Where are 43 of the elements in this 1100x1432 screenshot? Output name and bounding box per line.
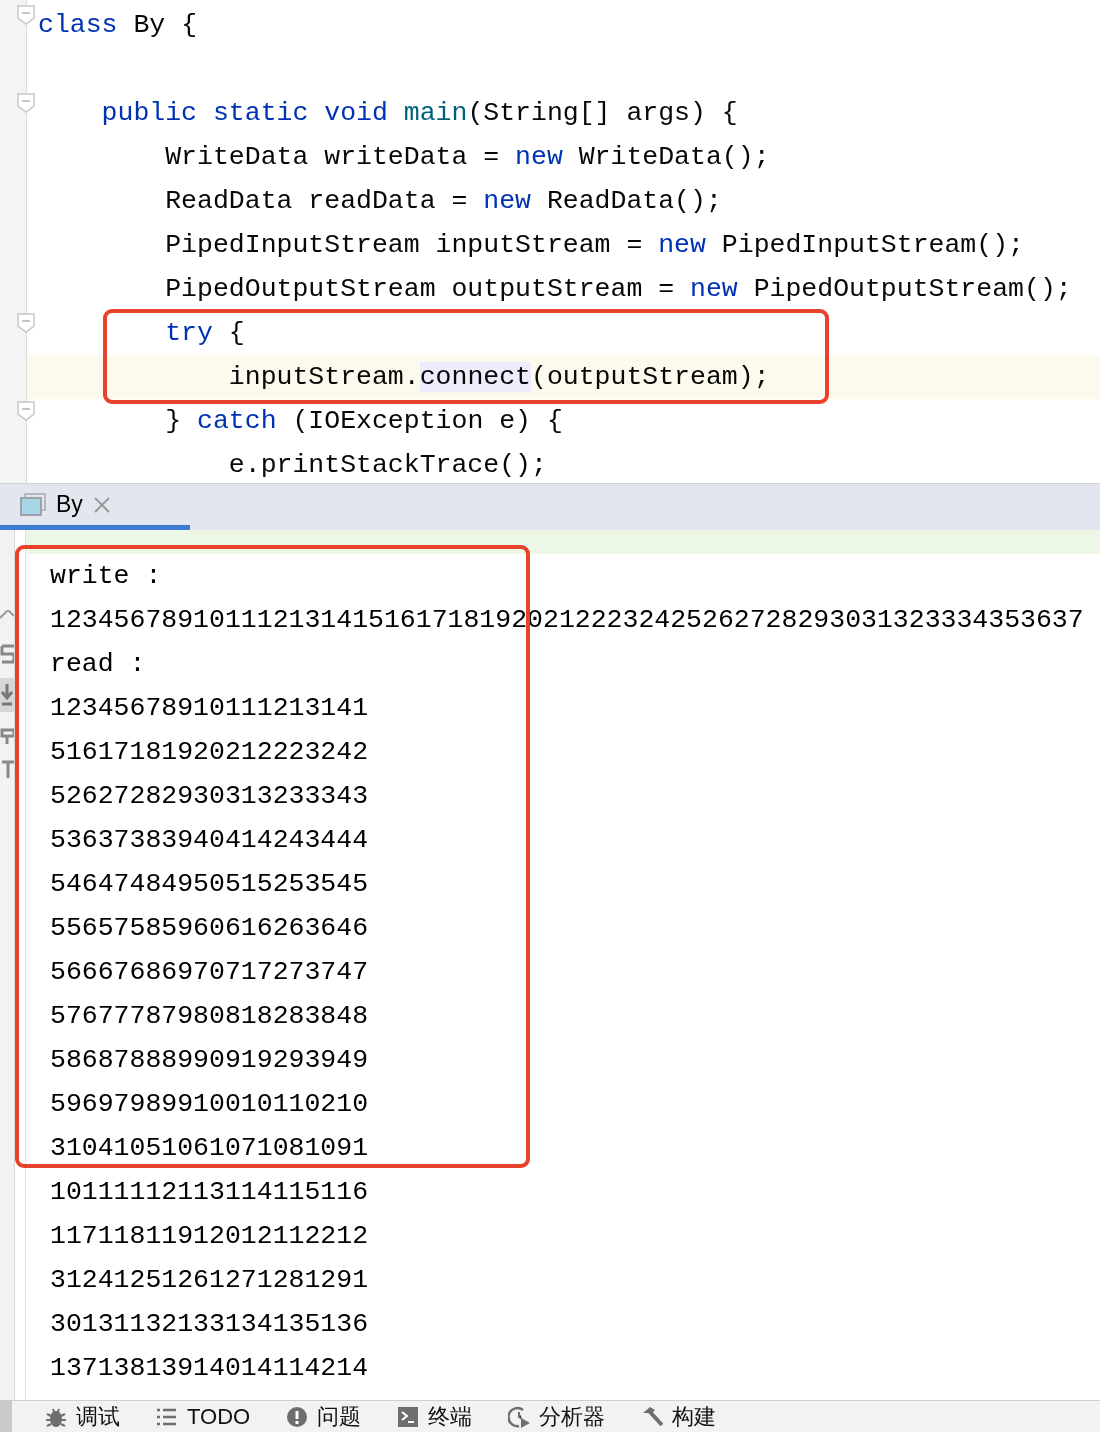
console-line: 11711811912012112212	[49, 1220, 370, 1253]
console-line: 12345678910111213141	[49, 692, 370, 725]
console-line: 54647484950515253545	[49, 868, 370, 901]
fold-icon[interactable]	[17, 313, 35, 333]
console-line: write :	[49, 560, 163, 593]
tool-window-button[interactable]: 终端	[397, 1401, 473, 1432]
tool-window-button[interactable]: 构建	[641, 1401, 717, 1432]
code-line: PipedOutputStream outputStream = new PipedOutputStream();	[164, 273, 1073, 306]
console-line: 55657585960616263646	[49, 912, 370, 945]
code-line: e.printStackTrace();	[227, 449, 548, 482]
console-line: 59697989910010110210	[49, 1088, 370, 1121]
tool-window-button[interactable]: TODO	[156, 1401, 251, 1432]
clock-icon	[508, 1405, 531, 1428]
console-line: 53637383940414243444	[49, 824, 370, 857]
console-line: 13713813914014114214	[49, 1352, 370, 1385]
console-line: 31241251261271281291	[49, 1264, 370, 1297]
console-line: 56667686970717273747	[49, 956, 370, 989]
console-line: 31041051061071081091	[49, 1132, 370, 1165]
console-line: read :	[49, 648, 147, 681]
console-line: 51617181920212223242	[49, 736, 370, 769]
code-line: try {	[164, 317, 246, 350]
code-line: WriteData writeData = new WriteData();	[164, 141, 771, 174]
code-line: PipedInputStream inputStream = new PipedInputStream();	[164, 229, 1025, 262]
code-line: } catch (IOException e) {	[164, 405, 564, 438]
window-icon	[20, 492, 46, 517]
code-line: class By {	[37, 9, 199, 42]
warning-icon	[286, 1405, 309, 1428]
close-icon[interactable]	[92, 495, 111, 514]
hammer-icon	[641, 1405, 664, 1428]
tool-window-button[interactable]: 调试	[45, 1401, 120, 1432]
console-line: 30131132133134135136	[49, 1308, 370, 1341]
console-line: 10111112113114115116	[49, 1176, 370, 1209]
code-line: ReadData readData = new ReadData();	[164, 185, 723, 218]
tool-window-button[interactable]: 分析器	[508, 1401, 606, 1432]
fold-icon[interactable]	[17, 401, 35, 421]
code-line: public static void main(String[] args) {	[100, 97, 739, 130]
fold-icon[interactable]	[17, 93, 35, 113]
tool-window-button[interactable]: 问题	[286, 1401, 362, 1432]
console-line: 52627282930313233343	[49, 780, 370, 813]
console-line: 57677787980818283848	[49, 1000, 370, 1033]
terminal-icon	[397, 1405, 420, 1428]
fold-icon[interactable]	[17, 5, 35, 25]
console-line: 58687888990919293949	[49, 1044, 370, 1077]
